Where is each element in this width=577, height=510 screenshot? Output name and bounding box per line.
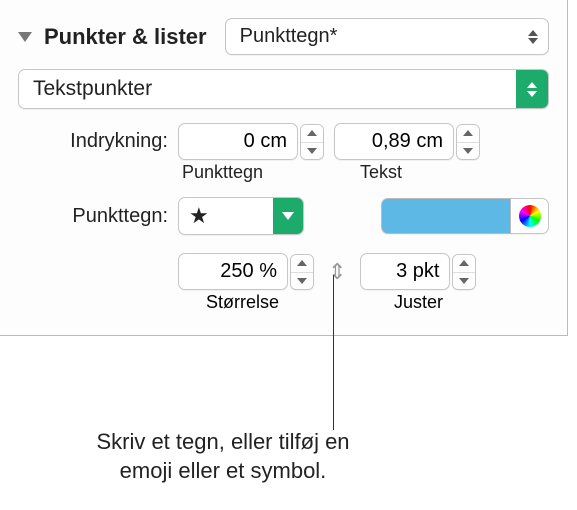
- color-wheel-icon: [519, 205, 541, 227]
- bullet-indent-caption: Punkttegn: [178, 162, 336, 183]
- align-field[interactable]: 3 pkt: [360, 253, 450, 290]
- align-stepper[interactable]: [452, 254, 476, 290]
- bullet-character-label: Punkttegn:: [18, 205, 168, 228]
- bullet-type-popup-label: Tekstpunkter: [19, 70, 516, 108]
- list-style-popup-label: Punkttegn*: [240, 25, 338, 48]
- bullet-type-row: Tekstpunkter: [18, 69, 549, 109]
- size-align-captions-row: Størrelse Juster: [18, 292, 549, 313]
- color-picker-button[interactable]: [511, 198, 549, 234]
- stepper-down-icon[interactable]: [457, 142, 479, 159]
- stepper-up-icon[interactable]: [291, 255, 313, 272]
- stepper-down-icon[interactable]: [301, 142, 323, 159]
- size-group: 250 %: [178, 253, 314, 290]
- size-field[interactable]: 250 %: [178, 253, 288, 290]
- bullet-type-popup[interactable]: Tekstpunkter: [18, 69, 549, 109]
- size-caption: Størrelse: [178, 292, 338, 313]
- indent-row: Indrykning: 0 cm 0,89 cm: [18, 123, 549, 160]
- size-align-row: 250 % ⇕ 3 pkt: [18, 253, 549, 290]
- align-caption: Juster: [348, 292, 443, 313]
- text-indent-caption: Tekst: [346, 162, 402, 183]
- indent-label: Indrykning:: [18, 130, 168, 153]
- updown-arrows-icon: [516, 70, 548, 108]
- stepper-down-icon[interactable]: [453, 272, 475, 289]
- stepper-up-icon[interactable]: [457, 125, 479, 142]
- updown-arrows-icon: [528, 30, 538, 44]
- align-group: 3 pkt: [360, 253, 476, 290]
- bullets-lists-panel: Punkter & lister Punkttegn* Tekstpunkter…: [0, 0, 568, 336]
- disclosure-triangle-icon[interactable]: [18, 32, 32, 42]
- size-stepper[interactable]: [290, 254, 314, 290]
- panel-header-row: Punkter & lister Punkttegn*: [18, 18, 549, 55]
- callout-text: Skriv et tegn, eller tilføj en emoji ell…: [68, 428, 378, 485]
- text-indent-stepper[interactable]: [456, 124, 480, 160]
- bullet-character-row: Punkttegn: ★: [18, 197, 549, 235]
- bullet-color-well[interactable]: [381, 198, 511, 234]
- panel-title: Punkter & lister: [44, 24, 207, 50]
- indent-captions-row: Punkttegn Tekst: [18, 162, 549, 183]
- bullet-indent-field[interactable]: 0 cm: [178, 123, 298, 160]
- bullet-indent-group: 0 cm: [178, 123, 324, 160]
- bullet-character-popup[interactable]: ★: [178, 197, 304, 235]
- bullet-indent-stepper[interactable]: [300, 124, 324, 160]
- chevron-down-icon: [273, 198, 303, 234]
- bullet-glyph-icon: ★: [179, 199, 273, 233]
- text-indent-field[interactable]: 0,89 cm: [334, 123, 454, 160]
- list-style-popup[interactable]: Punkttegn*: [225, 18, 549, 55]
- vertical-align-icon: ⇕: [328, 259, 346, 285]
- text-indent-group: 0,89 cm: [334, 123, 480, 160]
- stepper-up-icon[interactable]: [453, 255, 475, 272]
- bullet-color-group: [381, 198, 549, 234]
- stepper-up-icon[interactable]: [301, 125, 323, 142]
- stepper-down-icon[interactable]: [291, 272, 313, 289]
- callout-leader-line: [333, 275, 334, 430]
